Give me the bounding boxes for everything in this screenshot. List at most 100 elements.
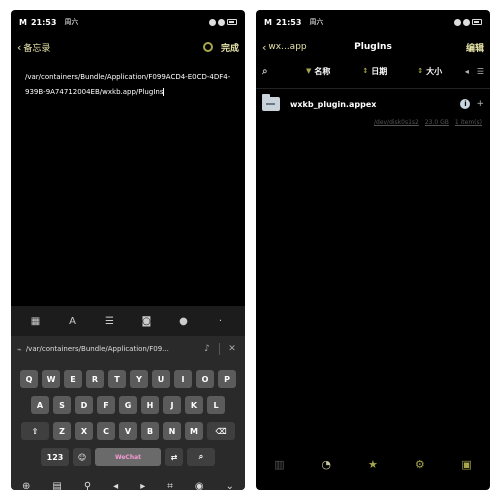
key-c[interactable]: C xyxy=(97,422,115,440)
key-row-4: 123 ☺ WeChat ⇄ ⌕ xyxy=(11,448,245,466)
checklist-icon[interactable]: ☰ xyxy=(102,316,118,327)
list-view-icon[interactable]: ☰ xyxy=(477,67,484,76)
key-s[interactable]: S xyxy=(53,396,71,414)
globe-icon[interactable]: ⊕ xyxy=(22,481,30,491)
notes-screen: M 21:53 周六 ‹ 备忘录 完成 /var/containers/Bund… xyxy=(11,10,245,490)
key-a[interactable]: A xyxy=(31,396,49,414)
back-button[interactable]: ‹ 备忘录 xyxy=(17,41,50,54)
edit-button[interactable]: 编辑 xyxy=(466,41,484,54)
key-b[interactable]: B xyxy=(141,422,159,440)
hide-keyboard-icon[interactable]: ⌄ xyxy=(226,481,234,491)
backspace-key[interactable]: ⌫ xyxy=(207,422,235,440)
key-w[interactable]: W xyxy=(42,370,60,388)
checkmark-circle-icon[interactable] xyxy=(202,42,213,52)
search-key[interactable]: ⌕ xyxy=(187,448,215,466)
search-icon[interactable]: ⌕ xyxy=(262,66,292,77)
chevron-left-icon: ‹ xyxy=(17,40,22,54)
text-cursor xyxy=(163,88,165,96)
sort-arrow-icon: ↕ xyxy=(417,67,424,75)
info-icon[interactable]: i xyxy=(460,99,471,109)
keyboard-settings-icon[interactable]: ◉ xyxy=(195,481,204,491)
status-time: 21:53 xyxy=(30,17,57,27)
key-l[interactable]: L xyxy=(207,396,225,414)
microphone-icon[interactable]: ♪ xyxy=(200,344,214,354)
suggestion-text[interactable]: /var/containers/Bundle/Application/F09..… xyxy=(26,345,200,353)
sort-size-label: 大小 xyxy=(426,66,443,76)
numbers-key[interactable]: 123 xyxy=(41,448,69,466)
more-dot-icon[interactable]: · xyxy=(213,316,229,327)
pen-icon[interactable]: ● xyxy=(176,316,192,327)
key-n[interactable]: N xyxy=(163,422,181,440)
camera-icon[interactable]: ◙ xyxy=(139,316,155,327)
close-icon[interactable]: ✕ xyxy=(225,344,239,354)
emoji-key[interactable]: ☺ xyxy=(73,448,91,466)
key-t[interactable]: T xyxy=(108,370,126,388)
list-item[interactable]: wxkb_plugin.appex i + xyxy=(256,90,490,118)
view-toggle-icon[interactable]: ◂ xyxy=(465,67,469,76)
battery-icon xyxy=(472,19,482,25)
back-label: 备忘录 xyxy=(23,43,51,54)
shift-key[interactable]: ⇧ xyxy=(21,422,49,440)
key-x[interactable]: X xyxy=(75,422,93,440)
key-f[interactable]: F xyxy=(97,396,115,414)
tab-recent-icon[interactable]: ◔ xyxy=(319,458,333,471)
key-r[interactable]: R xyxy=(86,370,104,388)
note-text: /var/containers/Bundle/Application/F099A… xyxy=(25,73,231,96)
disk-info: /dev/disk0s1s2 23.0 GB 1 item(s) xyxy=(374,119,482,126)
text-format-icon[interactable]: A xyxy=(65,316,81,327)
wifi-icon xyxy=(218,18,225,26)
sort-name-label: 名称 xyxy=(314,66,331,76)
key-o[interactable]: O xyxy=(196,370,214,388)
key-g[interactable]: G xyxy=(119,396,137,414)
done-button[interactable]: 完成 xyxy=(221,41,239,54)
grid-icon[interactable]: ▦ xyxy=(28,316,44,327)
key-d[interactable]: D xyxy=(75,396,93,414)
suggestion-bar[interactable]: ⌁ /var/containers/Bundle/Application/F09… xyxy=(11,336,245,362)
sort-by-date[interactable]: ↕ 日期 xyxy=(362,66,387,77)
link-icon: ⌁ xyxy=(17,344,22,354)
space-key[interactable]: WeChat xyxy=(95,448,161,466)
sort-by-size[interactable]: ↕ 大小 xyxy=(417,66,442,77)
chevron-left-icon: ‹ xyxy=(262,40,267,54)
pin-icon[interactable]: ⚲ xyxy=(84,481,91,491)
tab-favorites-icon[interactable]: ★ xyxy=(366,458,380,471)
key-v[interactable]: V xyxy=(119,422,137,440)
key-y[interactable]: Y xyxy=(130,370,148,388)
back-button[interactable]: ‹ wx...app xyxy=(262,41,307,54)
status-brand: M xyxy=(264,17,272,27)
cursor-right-icon[interactable]: ▸ xyxy=(140,481,145,491)
file-name: wxkb_plugin.appex xyxy=(290,99,377,109)
sort-bar: ⌕ ▼ 名称 ↕ 日期 ↕ 大小 ◂ ☰ xyxy=(256,62,490,80)
select-icon[interactable]: ⌗ xyxy=(167,481,173,491)
key-z[interactable]: Z xyxy=(53,422,71,440)
status-bar: M 21:53 周六 xyxy=(11,10,245,34)
sort-by-name[interactable]: ▼ 名称 xyxy=(306,66,330,77)
key-u[interactable]: U xyxy=(152,370,170,388)
key-e[interactable]: E xyxy=(64,370,82,388)
cursor-left-icon[interactable]: ◂ xyxy=(113,481,118,491)
key-m[interactable]: M xyxy=(185,422,203,440)
tab-bar: ▥ ◔ ★ ⚙ ▣ xyxy=(256,454,490,474)
status-day: 周六 xyxy=(309,18,324,26)
key-q[interactable]: Q xyxy=(20,370,38,388)
tab-trash-icon[interactable]: ▥ xyxy=(272,458,286,471)
tab-settings-icon[interactable]: ⚙ xyxy=(413,458,427,471)
folder-icon xyxy=(262,94,280,111)
language-key[interactable]: ⇄ xyxy=(165,448,183,466)
keyboard-toolbar: ▦ A ☰ ◙ ● · xyxy=(11,306,245,336)
key-i[interactable]: I xyxy=(174,370,192,388)
key-p[interactable]: P xyxy=(218,370,236,388)
note-text-area[interactable]: /var/containers/Bundle/Application/F099A… xyxy=(25,70,233,100)
status-bar: M 21:53 周六 xyxy=(256,10,490,34)
key-k[interactable]: K xyxy=(185,396,203,414)
alarm-icon xyxy=(209,18,216,26)
divider xyxy=(219,343,220,355)
disk-size: 23.0 GB xyxy=(424,119,449,126)
tab-files-icon[interactable]: ▣ xyxy=(460,458,474,471)
notes-header: ‹ 备忘录 完成 xyxy=(11,38,245,56)
item-count: 1 item(s) xyxy=(454,119,482,126)
key-h[interactable]: H xyxy=(141,396,159,414)
plus-icon[interactable]: + xyxy=(476,99,484,109)
key-j[interactable]: J xyxy=(163,396,181,414)
clipboard-icon[interactable]: ▤ xyxy=(52,481,61,491)
